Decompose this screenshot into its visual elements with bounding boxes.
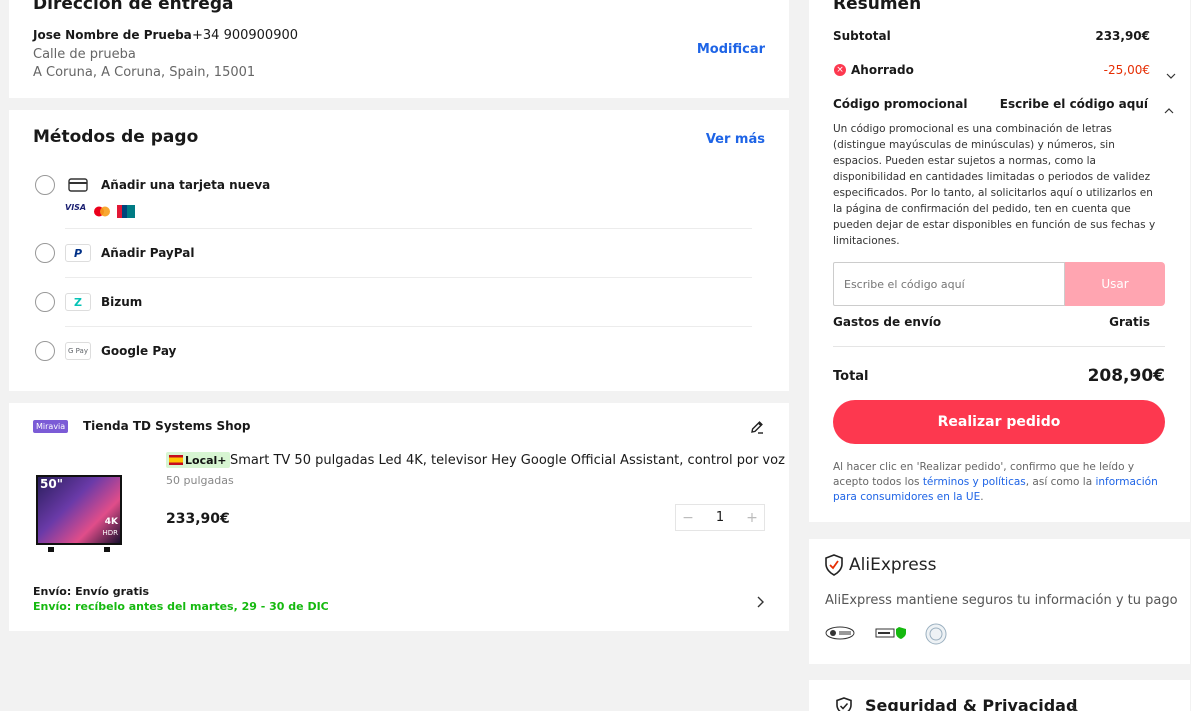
security-title: Seguridad & Privacidad (865, 696, 1078, 711)
tv-hdr-badge: HDR (102, 529, 118, 537)
product-image[interactable]: 50" 4K HDR (34, 473, 124, 553)
subtotal-value: 233,90€ (1095, 29, 1150, 43)
product-variant: 50 pulgadas (166, 474, 234, 487)
security-badge-icon (875, 625, 907, 639)
edit-icon[interactable] (749, 419, 765, 435)
bizum-icon: Z (65, 293, 91, 311)
trust-text: AliExpress mantiene seguros tu informaci… (825, 593, 1178, 608)
chevron-down-icon[interactable] (1166, 65, 1176, 79)
trust-card: AliExpress AliExpress mantiene seguros t… (809, 539, 1190, 664)
apply-promo-button[interactable]: Usar (1065, 262, 1165, 306)
shipping-label: Envío: Envío gratis (33, 585, 150, 598)
radio-card[interactable] (35, 175, 55, 195)
radio-paypal[interactable] (35, 243, 55, 263)
miravia-badge: Miravia (33, 420, 69, 433)
terms-link[interactable]: términos y políticas (923, 476, 1026, 488)
delivery-card: Dirección de entrega Jose Nombre de Prue… (9, 0, 789, 98)
mastercard-icon (92, 203, 112, 217)
security-card[interactable]: Seguridad & Privacidad (809, 680, 1190, 711)
spain-flag-icon (169, 455, 183, 465)
payment-label-google-pay: Google Pay (101, 344, 177, 358)
paypal-icon: P (65, 244, 91, 262)
summary-title: Resumen (833, 0, 922, 14)
quantity-decrease-button[interactable]: − (676, 510, 700, 526)
see-more-link[interactable]: Ver más (706, 132, 765, 147)
promo-label: Código promocional (833, 97, 968, 111)
chevron-right-icon[interactable] (755, 593, 765, 608)
divider (833, 346, 1165, 347)
tv-size-label: 50" (40, 477, 63, 491)
recipient-name: Jose Nombre de Prueba (33, 28, 192, 42)
subtotal-label: Subtotal (833, 29, 891, 43)
chevron-right-icon[interactable] (1069, 702, 1079, 711)
summary-card: Resumen Subtotal 233,90€ × Ahorrado -25,… (809, 0, 1190, 522)
credit-card-icon (65, 176, 91, 194)
tv-4k-badge: 4K (104, 517, 118, 527)
quantity-value[interactable]: 1 (716, 510, 724, 525)
payment-methods-card: Métodos de pago Ver más Añadir una tarje… (9, 110, 789, 391)
divider (65, 326, 752, 327)
payment-label-paypal: Añadir PayPal (101, 246, 195, 260)
quantity-increase-button[interactable]: + (740, 510, 764, 526)
saved-icon: × (834, 64, 846, 76)
promo-code-input[interactable] (833, 262, 1065, 306)
place-order-button[interactable]: Realizar pedido (833, 400, 1165, 444)
address-city: A Coruna, A Coruna, Spain, 15001 (33, 65, 256, 80)
divider (65, 228, 752, 229)
promo-description: Un código promocional es una combinación… (833, 123, 1156, 247)
product-title[interactable]: Smart TV 50 pulgadas Led 4K, televisor H… (230, 453, 785, 468)
quantity-stepper: − 1 + (675, 504, 765, 531)
payment-label-card: Añadir una tarjeta nueva (101, 178, 271, 192)
recipient-phone: +34 900900900 (192, 28, 299, 43)
total-value: 208,90€ (1087, 366, 1165, 386)
delivery-estimate: Envío: recíbelo antes del martes, 29 - 3… (33, 600, 329, 613)
chevron-up-icon[interactable] (1164, 100, 1174, 114)
modify-address-link[interactable]: Modificar (697, 42, 765, 57)
address-street: Calle de prueba (33, 47, 136, 62)
radio-bizum[interactable] (35, 292, 55, 312)
certification-badge-icon (825, 625, 855, 640)
product-price: 233,90€ (166, 511, 230, 527)
payment-label-bizum: Bizum (101, 295, 143, 309)
legal-text: Al hacer clic en 'Realizar pedido', conf… (833, 461, 1158, 503)
saved-value[interactable]: -25,00€ (1104, 63, 1150, 77)
shield-icon (835, 697, 853, 711)
delivery-title: Dirección de entrega (33, 0, 234, 14)
google-pay-icon: G Pay (65, 342, 91, 360)
aliexpress-brand: AliExpress (849, 555, 937, 575)
visa-icon: VISA (65, 203, 87, 212)
store-name: Tienda TD Systems Shop (83, 419, 251, 433)
divider (65, 277, 752, 278)
store-card: Miravia Tienda TD Systems Shop 50" 4K HD… (9, 403, 789, 631)
saved-label: Ahorrado (851, 63, 914, 77)
shipping-cost-value: Gratis (1109, 315, 1150, 329)
shipping-cost-label: Gastos de envío (833, 315, 942, 329)
promo-toggle[interactable]: Escribe el código aquí (1000, 97, 1148, 111)
unionpay-icon (117, 203, 135, 218)
privacy-seal-icon (925, 623, 947, 645)
total-label: Total (833, 369, 869, 384)
shield-check-icon (824, 554, 844, 576)
local-plus-badge: Local+ (166, 452, 230, 468)
radio-google-pay[interactable] (35, 341, 55, 361)
payment-title: Métodos de pago (33, 127, 199, 147)
